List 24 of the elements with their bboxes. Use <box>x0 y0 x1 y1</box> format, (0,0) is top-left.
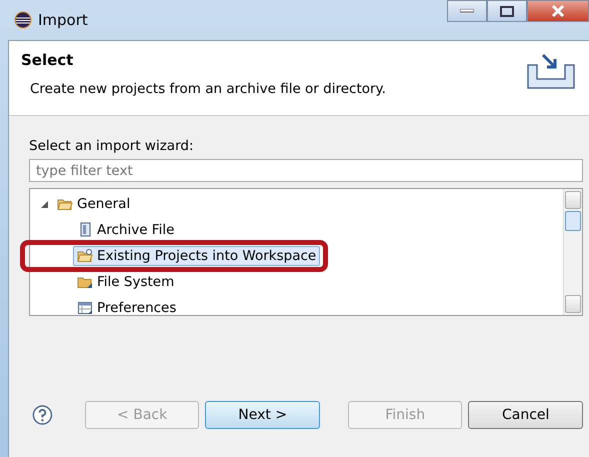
tree-item[interactable]: Existing Projects into Workspace <box>73 246 320 266</box>
collapse-arrow-icon[interactable] <box>40 200 49 208</box>
import-icon <box>525 51 577 91</box>
folder-icon <box>77 248 93 264</box>
page-title: Select <box>21 51 74 69</box>
app-logo-icon <box>14 11 32 29</box>
wizard-label: Select an import wizard: <box>29 138 195 154</box>
scrollbar[interactable] <box>563 189 582 315</box>
tree-item[interactable]: General <box>53 194 134 214</box>
tree-item[interactable]: Preferences <box>73 298 180 318</box>
maximize-icon <box>500 6 514 16</box>
wizard-button[interactable]: Cancel <box>468 401 583 429</box>
minimize-icon <box>460 9 474 13</box>
minimize-button[interactable] <box>447 0 487 22</box>
page-description: Create new projects from an archive file or directory. <box>30 81 387 97</box>
close-icon <box>551 5 565 17</box>
filter-field[interactable]: type filter text <box>29 159 583 182</box>
wizard-button[interactable]: Next > <box>205 401 320 429</box>
help-icon[interactable] <box>32 404 53 426</box>
tree-item[interactable]: Archive File <box>73 220 178 240</box>
tree-item[interactable]: File System <box>73 272 178 292</box>
window-title: Import <box>38 11 88 29</box>
maximize-button[interactable] <box>487 0 527 22</box>
close-button[interactable] <box>527 0 589 22</box>
